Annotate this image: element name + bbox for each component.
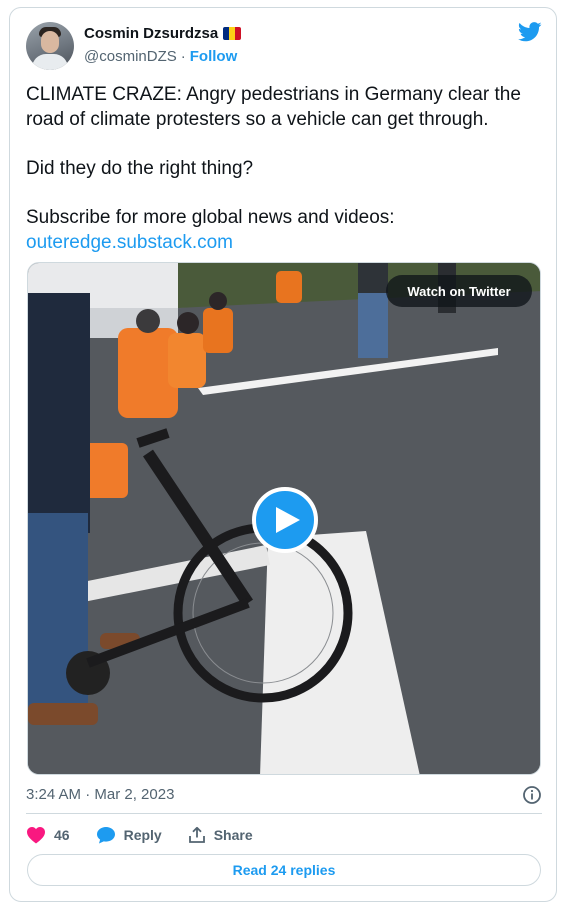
divider xyxy=(26,813,542,814)
author-handle[interactable]: @cosminDZS xyxy=(84,48,177,65)
tweet-paragraph-question: Did they do the right thing? xyxy=(26,158,254,179)
share-label: Share xyxy=(213,827,253,843)
reply-label: Reply xyxy=(123,827,162,843)
flag-stripe-red xyxy=(235,27,242,40)
read-replies-button[interactable]: Read 24 replies xyxy=(27,854,541,886)
play-button[interactable] xyxy=(252,487,318,553)
info-icon[interactable] xyxy=(522,785,542,805)
tweet-paragraph-headline: CLIMATE CRAZE: Angry pedestrians in Germ… xyxy=(26,84,521,130)
share-icon xyxy=(188,826,205,843)
author-handle-row: @cosminDZS · Follow xyxy=(84,48,237,65)
reply-button[interactable]: Reply xyxy=(96,826,162,844)
substack-link[interactable]: outeredge.substack.com xyxy=(26,232,233,253)
tweet-timestamp[interactable]: 3:24 AM · Mar 2, 2023 xyxy=(26,786,174,803)
reply-bubble-icon xyxy=(96,827,115,844)
handle-separator: · xyxy=(180,48,186,65)
tweet-actions: 46 Reply Share xyxy=(26,823,253,847)
like-button[interactable]: 46 xyxy=(26,826,70,844)
avatar[interactable] xyxy=(26,22,74,70)
author-name-row: Cosmin Dzsurdzsa xyxy=(84,25,242,42)
video-player[interactable]: Watch on Twitter xyxy=(27,262,541,775)
timestamp-row: 3:24 AM · Mar 2, 2023 xyxy=(26,783,542,807)
tweet-header: Cosmin Dzsurdzsa @cosminDZS · Follow xyxy=(26,22,542,74)
tweet-text: CLIMATE CRAZE: Angry pedestrians in Germ… xyxy=(26,82,542,255)
heart-icon xyxy=(27,827,45,844)
tweet-paragraph-subscribe: Subscribe for more global news and video… xyxy=(26,207,395,228)
romania-flag-icon xyxy=(223,27,242,40)
like-count: 46 xyxy=(54,827,70,843)
play-icon xyxy=(276,507,300,533)
follow-button[interactable]: Follow xyxy=(190,48,238,65)
tweet-card: Cosmin Dzsurdzsa @cosminDZS · Follow CLI… xyxy=(9,7,557,902)
author-display-name[interactable]: Cosmin Dzsurdzsa xyxy=(84,25,218,42)
share-button[interactable]: Share xyxy=(188,826,253,844)
watch-on-twitter-button[interactable]: Watch on Twitter xyxy=(386,275,532,307)
twitter-bird-icon[interactable] xyxy=(518,22,542,42)
